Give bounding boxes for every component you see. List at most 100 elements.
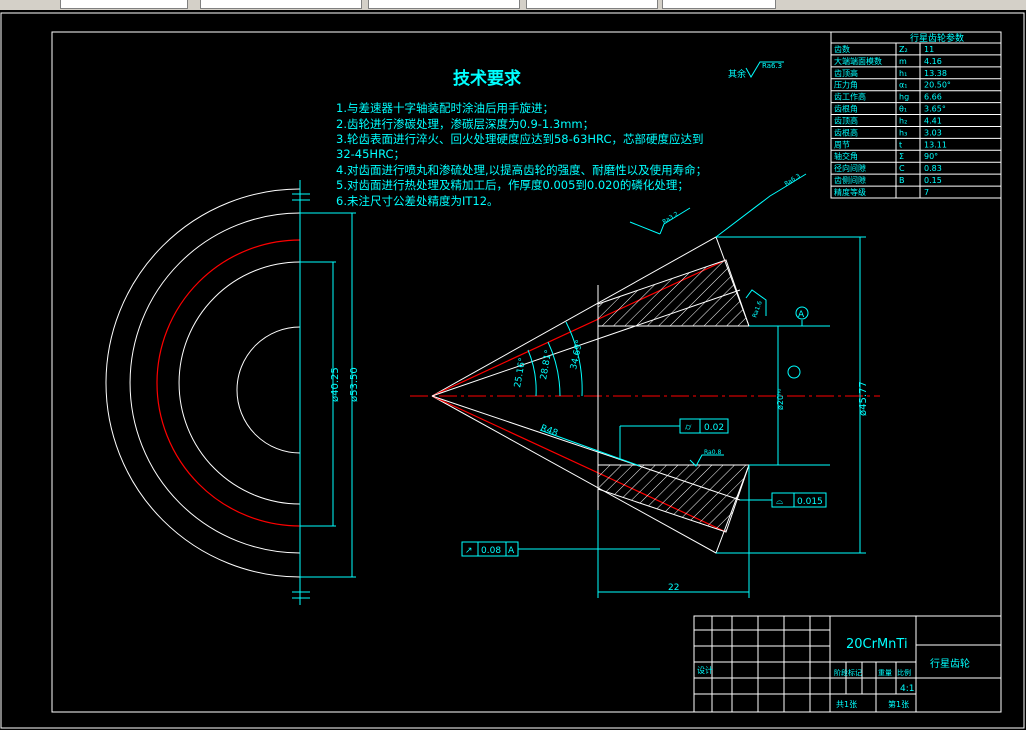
param-cell: 6.66 (924, 93, 942, 102)
param-cell: h₁ (899, 69, 907, 78)
drawing-canvas[interactable]: 技术要求 1.与差速器十字轴装配时涂油后用手旋进； 2.齿轮进行渗碳处理，渗碳层… (0, 10, 1026, 730)
tb-designer-label: 设计 (697, 665, 713, 675)
param-cell: 周节 (834, 140, 850, 149)
param-cell: 大端端面模数 (834, 56, 882, 66)
svg-text:Ra0.8: Ra0.8 (704, 449, 721, 456)
param-table-title: 行星齿轮参数 (910, 32, 964, 44)
front-view: ø40.25 ø53.50 (105, 180, 360, 605)
param-cell: 径向间隙 (834, 163, 866, 173)
param-cell: 0.15 (924, 176, 942, 185)
dim-d2: ø53.50 (349, 367, 360, 402)
param-cell: 11 (924, 45, 934, 54)
svg-text:↗: ↗ (465, 546, 473, 556)
param-cell: m (899, 57, 907, 66)
toolbar-field-2[interactable] (200, 0, 362, 9)
tb-sheets: 共1张 (836, 700, 857, 709)
dim-r48: R48 (539, 423, 559, 439)
section-view: 25.16° 28.81° 34.69° R48 ø45.77 ø20ʰ⁰ A … (410, 173, 880, 598)
tol-runout: ↗ 0.08 A (461, 541, 660, 557)
tb-sheet: 第1张 (888, 699, 909, 709)
param-cell: h₃ (899, 128, 907, 137)
param-cell: θ₁ (899, 105, 907, 114)
tb-name: 行星齿轮 (930, 657, 970, 670)
param-cell: 20.50° (924, 81, 951, 90)
hatch-top (597, 259, 750, 327)
param-cell: α₁ (899, 81, 907, 90)
param-cell: 齿根角 (834, 104, 858, 114)
ra-symbol-a: Ra3.2 (629, 207, 691, 235)
dim-length: 22 (668, 583, 679, 593)
tb-material: 20CrMnTi (846, 637, 908, 652)
param-cell: 13.38 (924, 69, 947, 78)
param-rows: 齿数 Z₂ 11 大端端面模数 m 4.16 齿顶高 h₁ 13.38 压力角 α₁ 20.50° 齿工… (831, 44, 1001, 197)
param-cell: B (899, 176, 905, 185)
toolbar-field-4[interactable] (526, 0, 658, 9)
param-cell: 齿顶高 (834, 68, 858, 78)
surface-ra: Ra6.3 (762, 62, 782, 70)
param-cell: 3.03 (924, 128, 942, 137)
param-cell: 齿顶高 (834, 115, 858, 125)
param-cell: t (899, 140, 902, 149)
tol-runout-ref: A (508, 546, 515, 556)
param-cell: 精度等级 (834, 187, 866, 197)
tech-line-7: 6.未注尺寸公差处精度为IT12。 (336, 194, 499, 208)
tech-lines: 1.与差速器十字轴装配时涂油后用手旋进； 2.齿轮进行渗碳处理，渗碳层深度为0.… (336, 101, 707, 208)
svg-text:⌭: ⌭ (685, 423, 692, 433)
param-cell: 90° (924, 152, 938, 161)
tol-cyl-value: 0.02 (704, 423, 724, 433)
tech-line-1: 1.与差速器十字轴装配时涂油后用手旋进； (336, 101, 554, 115)
svg-text:Ra1.6: Ra1.6 (751, 300, 764, 319)
param-cell: 3.65° (924, 105, 946, 114)
dim-d4: ø20ʰ⁰ (776, 388, 785, 410)
tol-profile-value: 0.015 (797, 497, 823, 507)
param-cell: hg (899, 93, 909, 102)
datum-a: A (798, 310, 805, 320)
surface-label: 其余 (728, 68, 746, 80)
ra-symbol-c: Ra6.3 (715, 173, 807, 238)
svg-text:⌓: ⌓ (776, 497, 783, 507)
param-table: 行星齿轮参数 齿数 Z₂ 11 大端端面模数 m 4.16 齿顶高 h₁ 13.38 压力角 α₁ 2… (830, 31, 1002, 199)
surface-finish-general: 其余 Ra6.3 (728, 61, 784, 80)
dim-angle-2: 28.81° (539, 349, 554, 381)
param-cell: 7 (924, 188, 929, 197)
param-cell: 齿数 (834, 44, 850, 54)
dim-angle-3: 34.69° (569, 339, 585, 371)
param-cell: 齿工作高 (834, 92, 866, 102)
toolbar-field-5[interactable] (662, 0, 776, 9)
param-cell: Z₂ (899, 45, 908, 54)
tech-line-6: 5.对齿面进行热处理及精加工后，作厚度0.005到0.020的磷化处理； (336, 178, 689, 192)
dim-d1: ø40.25 (330, 367, 341, 402)
toolbar-field-3[interactable] (368, 0, 520, 9)
tol-runout-value: 0.08 (481, 546, 501, 556)
param-cell: 4.16 (924, 57, 942, 66)
hatch-bottom (597, 464, 750, 533)
dim-angle-1: 25.16° (513, 357, 528, 389)
dim-d3: ø45.77 (858, 381, 869, 416)
tech-line-2: 2.齿轮进行渗碳处理，渗碳层深度为0.9-1.3mm； (336, 117, 594, 131)
param-cell: 齿根高 (834, 127, 858, 137)
ra-symbol-d: Ra0.8 (689, 449, 724, 467)
param-cell: Σ (899, 152, 904, 161)
param-cell: 齿侧间隙 (834, 175, 866, 185)
tb-scale: 4:1 (900, 684, 914, 694)
tb-scale-label: 比例 (897, 668, 911, 677)
tb-weight-label: 重量 (878, 669, 892, 677)
param-cell: 轴交角 (834, 151, 858, 161)
tech-line-3: 3.轮齿表面进行淬火、回火处理硬度应达到58-63HRC，芯部硬度应达到 (336, 132, 703, 146)
tech-title: 技术要求 (453, 68, 521, 89)
param-cell: 4.41 (924, 116, 942, 125)
param-cell: C (899, 164, 905, 173)
param-cell: 13.11 (924, 140, 947, 149)
ra-symbol-b: Ra1.6 (745, 289, 767, 319)
toolbar-field-1[interactable] (60, 0, 188, 9)
param-cell: h₂ (899, 116, 907, 125)
tech-line-5: 4.对齿面进行喷丸和渗硫处理,以提高齿轮的强度、耐磨性以及使用寿命； (336, 163, 707, 177)
tech-line-4: 32-45HRC； (336, 147, 405, 161)
title-block: 20CrMnTi 行星齿轮 设计 阶段标记 重量 比例 4:1 共1张 第1张 (693, 615, 1002, 713)
param-cell: 压力角 (834, 80, 858, 90)
svg-text:Ra6.3: Ra6.3 (783, 173, 801, 188)
param-cell: 0.83 (924, 164, 942, 173)
cad-drawing: 技术要求 1.与差速器十字轴装配时涂油后用手旋进； 2.齿轮进行渗碳处理，渗碳层… (0, 12, 1025, 729)
svg-text:Ra3.2: Ra3.2 (661, 211, 679, 226)
tol-profile: ⌓ 0.015 (740, 492, 827, 508)
